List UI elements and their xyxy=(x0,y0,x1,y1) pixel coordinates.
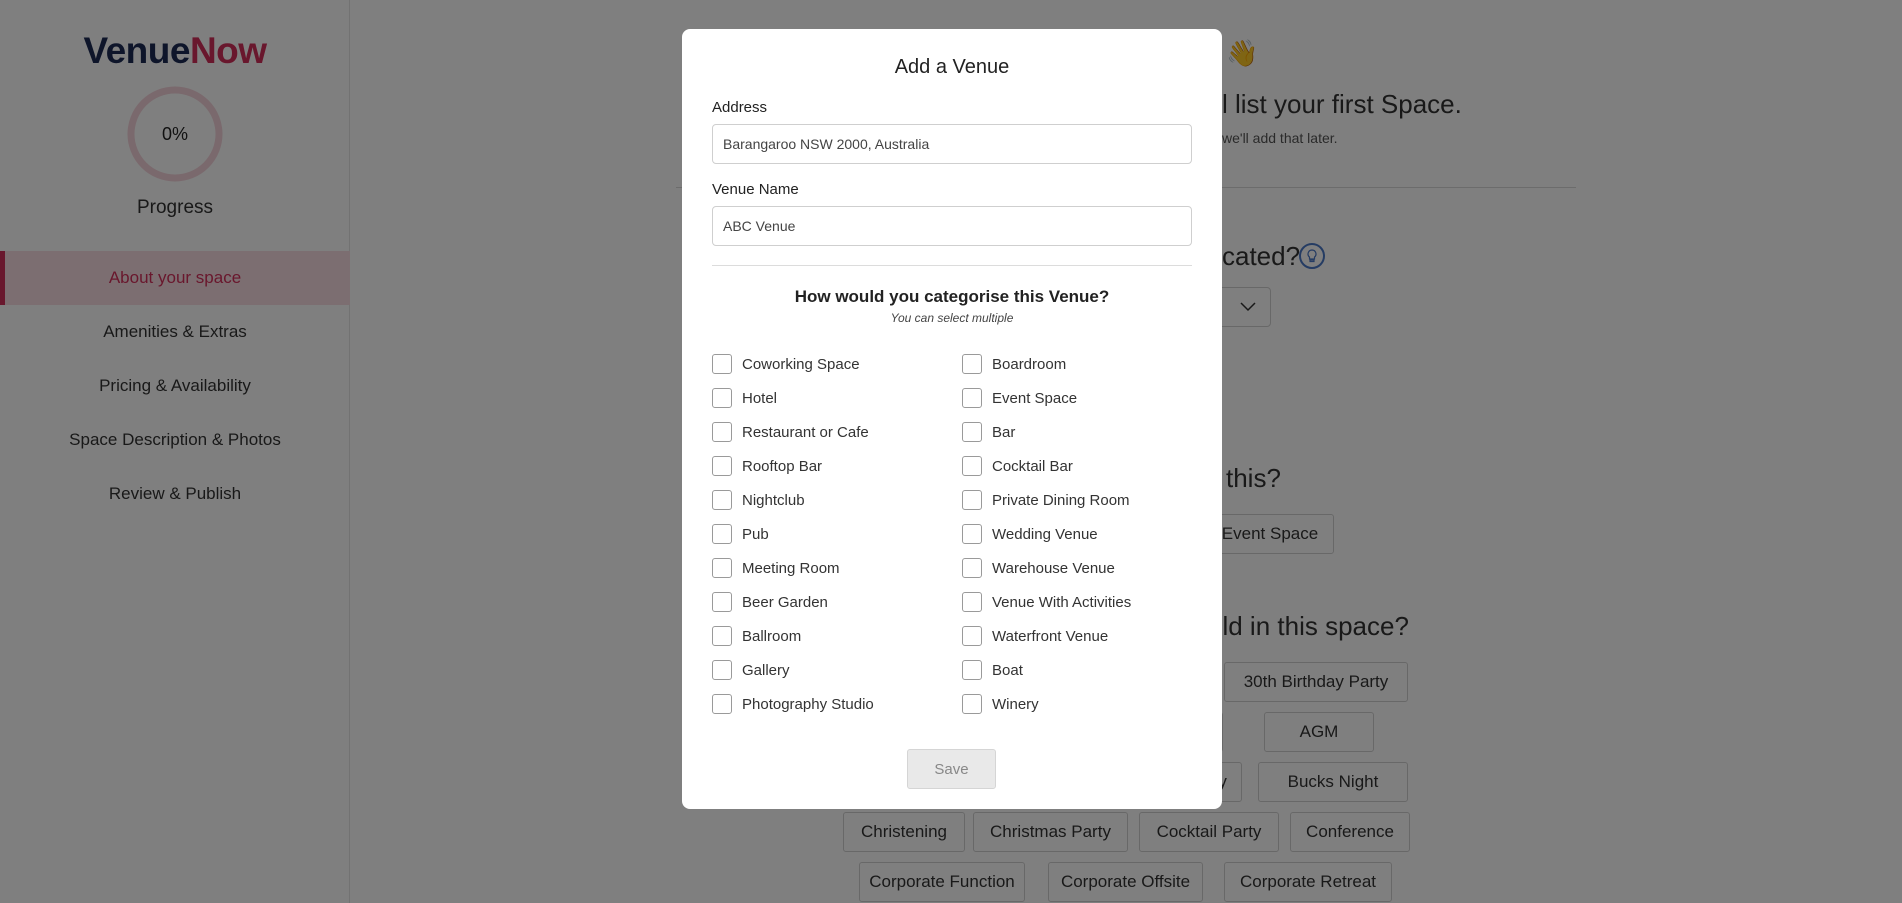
category-label: Wedding Venue xyxy=(992,525,1098,543)
checkbox[interactable] xyxy=(962,456,982,476)
category-label: Venue With Activities xyxy=(992,593,1132,611)
category-checkbox-item[interactable]: Winery xyxy=(962,687,1131,721)
category-checkbox-item[interactable]: Bar xyxy=(962,415,1131,449)
category-checkbox-item[interactable]: Cocktail Bar xyxy=(962,449,1131,483)
checkbox[interactable] xyxy=(962,660,982,680)
category-checkbox-item[interactable]: Waterfront Venue xyxy=(962,619,1131,653)
category-checkbox-item[interactable]: Nightclub xyxy=(712,483,874,517)
category-title: How would you categorise this Venue? xyxy=(794,287,1110,306)
category-checkbox-item[interactable]: Coworking Space xyxy=(712,347,874,381)
category-label: Warehouse Venue xyxy=(992,559,1115,577)
category-label: Photography Studio xyxy=(742,695,874,713)
category-label: Waterfront Venue xyxy=(992,627,1109,645)
category-checkbox-item[interactable]: Boardroom xyxy=(962,347,1131,381)
category-label: Restaurant or Cafe xyxy=(742,423,869,441)
category-list-right: Boardroom Event Space Bar Cocktail Bar P… xyxy=(962,347,1131,721)
checkbox[interactable] xyxy=(712,388,732,408)
checkbox[interactable] xyxy=(712,694,732,714)
checkbox[interactable] xyxy=(962,388,982,408)
category-label: Winery xyxy=(992,695,1039,713)
address-label: Address xyxy=(712,99,768,116)
venue-name-input[interactable] xyxy=(712,206,1192,246)
checkbox[interactable] xyxy=(712,490,732,510)
checkbox[interactable] xyxy=(712,456,732,476)
category-label: Event Space xyxy=(992,389,1078,407)
category-label: Boardroom xyxy=(992,355,1067,373)
category-checkbox-item[interactable]: Photography Studio xyxy=(712,687,874,721)
category-checkbox-item[interactable]: Restaurant or Cafe xyxy=(712,415,874,449)
checkbox[interactable] xyxy=(962,558,982,578)
category-label: Hotel xyxy=(742,389,778,407)
category-checkbox-item[interactable]: Boat xyxy=(962,653,1131,687)
save-button[interactable]: Save xyxy=(907,749,996,789)
category-checkbox-item[interactable]: Hotel xyxy=(712,381,874,415)
category-checkbox-item[interactable]: Beer Garden xyxy=(712,585,874,619)
category-subtitle: You can select multiple xyxy=(890,311,1014,325)
category-label: Pub xyxy=(742,525,769,543)
category-label: Bar xyxy=(992,423,1016,441)
category-checkbox-item[interactable]: Warehouse Venue xyxy=(962,551,1131,585)
add-venue-modal: Add a Venue Address Venue Name How would… xyxy=(682,29,1222,809)
checkbox[interactable] xyxy=(712,354,732,374)
checkbox[interactable] xyxy=(962,694,982,714)
address-input[interactable] xyxy=(712,124,1192,164)
modal-title: Add a Venue xyxy=(894,56,1010,78)
category-list-left: Coworking Space Hotel Restaurant or Cafe… xyxy=(712,347,874,721)
category-label: Private Dining Room xyxy=(992,491,1130,509)
category-checkbox-item[interactable]: Venue With Activities xyxy=(962,585,1131,619)
category-checkbox-item[interactable]: Ballroom xyxy=(712,619,874,653)
category-checkbox-item[interactable]: Rooftop Bar xyxy=(712,449,874,483)
category-checkbox-item[interactable]: Pub xyxy=(712,517,874,551)
checkbox[interactable] xyxy=(962,626,982,646)
checkbox[interactable] xyxy=(962,354,982,374)
checkbox[interactable] xyxy=(712,626,732,646)
checkbox[interactable] xyxy=(712,524,732,544)
modal-divider xyxy=(712,265,1192,266)
venue-name-label: Venue Name xyxy=(712,181,799,198)
category-label: Ballroom xyxy=(742,627,802,645)
category-label: Rooftop Bar xyxy=(742,457,823,475)
category-checkbox-item[interactable]: Meeting Room xyxy=(712,551,874,585)
checkbox[interactable] xyxy=(962,490,982,510)
checkbox[interactable] xyxy=(962,524,982,544)
category-checkbox-item[interactable]: Private Dining Room xyxy=(962,483,1131,517)
category-label: Beer Garden xyxy=(742,593,828,611)
checkbox[interactable] xyxy=(962,592,982,612)
category-label: Meeting Room xyxy=(742,559,840,577)
checkbox[interactable] xyxy=(712,592,732,612)
category-checkbox-item[interactable]: Event Space xyxy=(962,381,1131,415)
category-checkbox-item[interactable]: Wedding Venue xyxy=(962,517,1131,551)
checkbox[interactable] xyxy=(962,422,982,442)
category-label: Cocktail Bar xyxy=(992,457,1073,475)
checkbox[interactable] xyxy=(712,660,732,680)
checkbox[interactable] xyxy=(712,558,732,578)
category-label: Gallery xyxy=(742,661,790,679)
category-label: Nightclub xyxy=(742,491,805,509)
checkbox[interactable] xyxy=(712,422,732,442)
category-checkbox-item[interactable]: Gallery xyxy=(712,653,874,687)
category-label: Coworking Space xyxy=(742,355,860,373)
category-label: Boat xyxy=(992,661,1023,679)
